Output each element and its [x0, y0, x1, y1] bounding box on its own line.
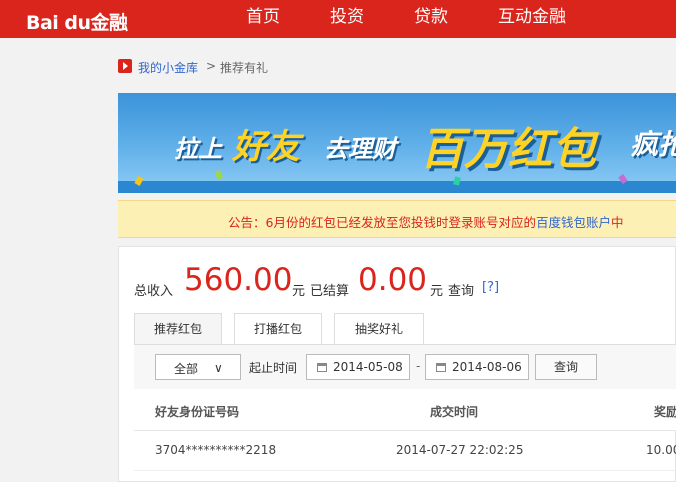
- type-select-value: 全部: [174, 362, 199, 376]
- cell-deal-time: 2014-07-27 22:02:25: [396, 443, 524, 457]
- settled-unit: 元: [430, 284, 444, 299]
- banner-text-invest: 去理财: [324, 135, 396, 163]
- total-income-value: 560.00: [184, 262, 293, 298]
- calendar-icon: [436, 363, 446, 372]
- promo-banner[interactable]: 拉上 好友 去理财 百万红包 疯抢: [118, 93, 676, 193]
- query-button[interactable]: 查询: [535, 354, 597, 380]
- end-date-input[interactable]: 2014-08-06: [425, 354, 529, 380]
- breadcrumb-separator: >: [206, 59, 217, 73]
- banner-text-friend: 好友: [232, 127, 300, 167]
- calendar-icon: [317, 363, 327, 372]
- banner-text-pull: 拉上: [174, 135, 222, 163]
- end-date-value: 2014-08-06: [452, 360, 522, 374]
- baidu-finance-logo[interactable]: Bai du金融: [12, 2, 128, 34]
- banner-text-red-packet: 百万红包: [420, 124, 596, 175]
- play-icon: [118, 59, 132, 73]
- settled-value: 0.00: [358, 262, 428, 298]
- query-label: 查询: [448, 284, 475, 299]
- nav-interactive-finance[interactable]: 互动金融: [498, 0, 566, 38]
- confetti-icon: [214, 170, 224, 180]
- banner-base: [118, 181, 676, 193]
- date-range-label: 起止时间: [249, 361, 298, 375]
- table-header: 好友身份证号码 成交时间 奖励: [134, 389, 676, 431]
- income-unit: 元: [292, 284, 306, 299]
- nav-invest[interactable]: 投资: [330, 0, 364, 38]
- logo-text: Bai du金融: [26, 12, 128, 34]
- banner-text-grab: 疯抢: [630, 128, 676, 161]
- start-date-value: 2014-05-08: [333, 360, 403, 374]
- type-select[interactable]: 全部 ∨: [155, 354, 241, 380]
- tab-broadcast-red-packet[interactable]: 打播红包: [234, 313, 322, 345]
- notice-text: 公告：6月份的红包已经发放至您投钱时登录账号对应的百度钱包账户中: [228, 215, 624, 230]
- cell-reward: 10.00: [646, 443, 676, 457]
- table-row: 3704**********2218 2014-07-27 22:02:25 1…: [134, 431, 676, 471]
- col-friend-id: 好友身份证号码: [155, 405, 240, 419]
- col-deal-time: 成交时间: [430, 405, 479, 419]
- start-date-input[interactable]: 2014-05-08: [306, 354, 410, 380]
- chevron-down-icon: ∨: [214, 361, 223, 375]
- notice-bar: 公告：6月份的红包已经发放至您投钱时登录账号对应的百度钱包账户中: [118, 200, 676, 238]
- tab-lottery-gifts[interactable]: 抽奖好礼: [334, 313, 424, 345]
- breadcrumb-home-link[interactable]: 我的小金库: [138, 59, 198, 76]
- cell-friend-id: 3704**********2218: [155, 443, 277, 457]
- date-separator: -: [416, 359, 421, 373]
- total-income-label: 总收入: [134, 284, 174, 299]
- nav-loan[interactable]: 贷款: [414, 0, 448, 38]
- notice-wallet-link[interactable]: 百度钱包账户: [536, 215, 611, 230]
- settled-label: 已结算: [310, 284, 350, 299]
- col-reward: 奖励: [654, 405, 676, 419]
- help-link[interactable]: [?]: [482, 280, 499, 295]
- filter-bar: 全部 ∨ 起止时间 2014-05-08 - 2014-08-06 查询: [134, 345, 676, 389]
- nav-home[interactable]: 首页: [246, 0, 280, 38]
- breadcrumb-current: 推荐有礼: [220, 61, 269, 75]
- tab-referral-red-packet[interactable]: 推荐红包: [134, 313, 222, 345]
- tab-bar: 推荐红包 打播红包 抽奖好礼: [134, 313, 676, 345]
- top-nav-bar: Bai du金融 首页 投资 贷款 互动金融: [0, 0, 676, 38]
